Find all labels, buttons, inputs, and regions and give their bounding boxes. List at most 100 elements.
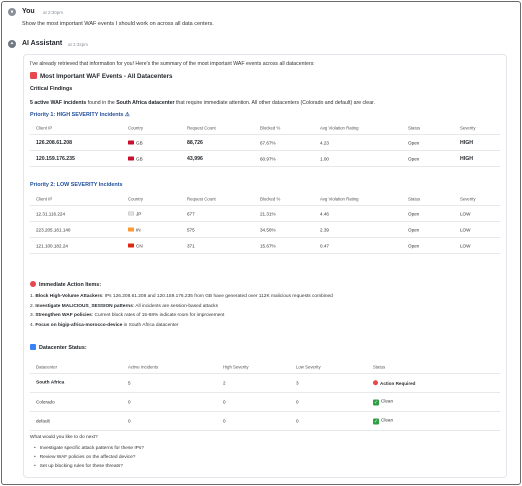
country-code: GB	[136, 140, 143, 145]
next-steps-question: What would you like to do next?	[30, 435, 98, 440]
low-cell: 34.56%	[260, 227, 276, 232]
dc-cell: 5	[128, 380, 131, 386]
dc-header-cell: Active Incidents	[128, 364, 159, 369]
dc-row: Colorado 0 0 0 ✓ Clean	[30, 393, 500, 412]
dc-header-cell: High Severity	[223, 364, 249, 369]
low-header-cell: Client IP	[36, 196, 53, 201]
dc-status-title: Datacenter Status:	[39, 345, 87, 351]
action-items-list: 1. Block High-Volume Attackers: IPs 126.…	[30, 294, 333, 332]
critical-summary: 5 active WAF incidents found in the Sout…	[30, 100, 375, 106]
user-avatar: ●	[8, 8, 16, 16]
priority1-title: Priority 1: HIGH SEVERITY Incidents ⚠	[30, 112, 130, 118]
dc-status-text: Clean	[381, 398, 394, 404]
actions-heading: Immediate Action Items:	[30, 281, 101, 288]
suggestion-item: Set up blocking rules for these threats?	[34, 464, 144, 473]
high-row: 120.159.176.235 GB 43,996 60.97% 1.00 Open HIG…	[30, 151, 500, 167]
country-flag-icon	[128, 140, 134, 145]
high-cell: 88,726	[187, 139, 203, 146]
country-flag-icon	[128, 156, 134, 161]
low-header-cell: Severity	[460, 196, 476, 201]
dc-status-cell: Action Required	[373, 380, 415, 386]
dc-header-row: Datacenter Active Incidents High Severity L…	[30, 360, 500, 374]
low-header-cell: Blocked %	[260, 196, 281, 201]
action-detail: : IPs 126.208.61.208 and 120.159.176.235…	[101, 294, 333, 299]
user-message-time: at 2:30pm	[43, 10, 64, 15]
datacenter-status-table: Datacenter Active Incidents High Severity L…	[30, 360, 500, 431]
high-cell: 120.159.176.235	[36, 155, 75, 162]
ai-message-header: ✦ AI Assistant at 2:32pm	[8, 40, 514, 52]
action-title: Investigate MALICIOUS_SESSION patterns	[35, 303, 133, 309]
high-header-row: Client IP Country Request Count Blocked % Av…	[30, 121, 500, 135]
low-header-cell: Avg Violation Rating	[320, 196, 359, 201]
low-cell: Open	[408, 243, 420, 248]
target-icon	[30, 281, 36, 287]
chat-window: ● You at 2:30pm Show the most important …	[1, 1, 521, 485]
ai-message-time: at 2:32pm	[68, 42, 89, 47]
alert-badge-icon	[30, 72, 37, 79]
low-row: 223.205.161.140 IN 575 34.56% 2.39 Open LOW	[30, 222, 500, 238]
country-code: GB	[136, 156, 143, 161]
low-cell: 575	[187, 227, 195, 232]
high-header-cell: Country	[128, 125, 144, 130]
high-cell: 43,996	[187, 155, 203, 162]
high-header-cell: Status	[408, 125, 421, 130]
high-cell: Open	[408, 156, 420, 161]
country-code: JP	[136, 211, 142, 216]
dc-cell: 2	[223, 380, 226, 386]
bar-chart-icon	[30, 344, 36, 350]
dc-header-cell: Datacenter	[36, 364, 58, 369]
ai-sender-name: AI Assistant	[22, 40, 63, 47]
country-flag-icon	[128, 227, 134, 232]
dc-cell: 0	[223, 399, 226, 405]
low-cell: 371	[187, 243, 195, 248]
low-cell: LOW	[460, 227, 471, 232]
dc-cell: 0	[296, 418, 299, 424]
high-cell: HIGH	[460, 155, 473, 162]
dc-cell: 0	[296, 399, 299, 405]
dc-status-heading: Datacenter Status:	[30, 344, 87, 351]
high-cell: GB	[128, 140, 143, 145]
actions-title: Immediate Action Items:	[39, 282, 102, 288]
high-row: 126.208.61.208 GB 88,726 67.67% 4.23 Open HIGH	[30, 135, 500, 151]
action-detail: in South Africa datacenter	[122, 322, 179, 328]
response-title-text: Most Important WAF Events - All Datacent…	[40, 73, 173, 80]
suggestion-item: Review WAF policies on the affected devi…	[34, 455, 144, 464]
high-cell: 67.67%	[260, 140, 276, 145]
high-header-cell: Request Count	[187, 125, 216, 130]
dc-cell: 0	[223, 418, 226, 424]
dc-status-text: Action Required	[380, 380, 416, 386]
low-cell: 677	[187, 211, 195, 216]
high-cell: HIGH	[460, 139, 473, 146]
high-header-cell: Severity	[460, 125, 476, 130]
low-cell: LOW	[460, 243, 471, 248]
user-message-text: Show the most important WAF events I sho…	[22, 21, 214, 27]
check-icon: ✓	[373, 399, 379, 406]
action-detail: : All incidents are session-based attack…	[132, 303, 218, 309]
low-cell: IN	[128, 227, 141, 232]
low-cell: 121.100.182.24	[36, 243, 68, 248]
high-severity-table: Client IP Country Request Count Blocked % Av…	[30, 121, 500, 167]
high-cell: 4.23	[320, 140, 329, 145]
high-cell: GB	[128, 156, 143, 161]
low-cell: 21.31%	[260, 211, 276, 216]
dc-status-cell: ✓ Clean	[373, 418, 393, 425]
user-sender-name: You	[22, 8, 35, 15]
summary-mid: found in the	[86, 100, 117, 106]
alert-circle-icon	[373, 380, 378, 386]
dc-status-text: Clean	[381, 417, 394, 423]
low-cell: Open	[408, 211, 420, 216]
low-row: 121.100.182.24 CN 371 15.67% 0.47 Open LOW	[30, 238, 500, 254]
dc-cell: 0	[128, 399, 131, 405]
low-cell: LOW	[460, 211, 471, 216]
dc-cell: default	[36, 418, 50, 424]
high-header-cell: Avg Violation Rating	[320, 125, 359, 130]
high-header-cell: Blocked %	[260, 125, 281, 130]
low-severity-table: Client IP Country Request Count Blocked % Av…	[30, 192, 500, 254]
dc-row: default 0 0 0 ✓ Clean	[30, 412, 500, 431]
summary-datacenter: South Africa datacenter	[116, 100, 175, 106]
low-row: 12.31.116.224 JP 677 21.31% 4.46 Open LOW	[30, 206, 500, 222]
response-title: Most Important WAF Events - All Datacent…	[30, 72, 172, 80]
country-flag-icon	[128, 211, 134, 216]
low-cell: 0.47	[320, 243, 329, 248]
high-header-cell: Client IP	[36, 125, 53, 130]
